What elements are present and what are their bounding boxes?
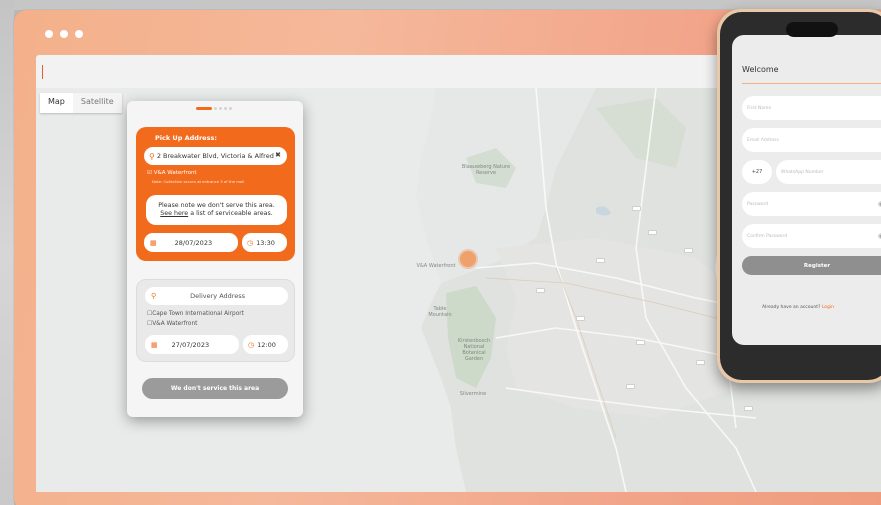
road-shield — [636, 340, 645, 345]
map-type-toggle: Map Satellite — [40, 93, 122, 113]
pickup-date-value: 28/07/2023 — [174, 238, 213, 247]
delivery-section: ⚲ Delivery Address ☐Cape Town Internatio… — [136, 279, 295, 362]
register-button[interactable]: Register — [742, 256, 881, 275]
first-name-placeholder: First Name — [747, 105, 772, 111]
pickup-time-value: 13:30 — [256, 238, 275, 247]
road-shield — [684, 248, 693, 253]
road-shield — [596, 258, 605, 263]
map-label-blaauwberg: Blaauwberg Nature Reserve — [461, 164, 511, 176]
delivery-option-airport[interactable]: ☐Cape Town International Airport — [147, 311, 244, 317]
email-placeholder: Email Address — [747, 137, 779, 143]
delivery-time-field[interactable]: ◷ 12:00 — [243, 335, 288, 354]
calendar-icon: ▦ — [150, 238, 157, 247]
email-field[interactable]: Email Address — [742, 128, 881, 152]
map-label-kirstenbosch: Kirstenbosch National Botanical Garden — [457, 338, 491, 362]
password-field[interactable]: Password ◉ — [742, 192, 881, 216]
road-shield — [632, 206, 641, 211]
delivery-option-label: V&A Waterfront — [152, 321, 198, 327]
login-prompt-text: Already have an account? — [762, 305, 821, 310]
search-icon: ⚲ — [149, 151, 155, 161]
pickup-section: Pick Up Address: ⚲ 2 Breakwater Blvd, Vi… — [136, 127, 295, 261]
clock-icon: ◷ — [248, 340, 255, 349]
country-code-value: +27 — [751, 169, 763, 175]
checkbox-icon: ☑ — [147, 170, 152, 176]
delivery-option-label: Cape Town International Airport — [152, 311, 244, 317]
phone-mockup: Welcome First Name Email Address +27 Wha… — [717, 9, 881, 383]
address-bar[interactable] — [36, 55, 736, 88]
road-shield — [648, 230, 657, 235]
pickup-date-field[interactable]: ▦ 28/07/2023 — [144, 233, 238, 252]
map-label-waterfront: V&A Waterfront — [416, 263, 456, 269]
submit-button[interactable]: We don't service this area — [142, 378, 288, 399]
close-icon[interactable]: ✖ — [275, 151, 281, 159]
password-placeholder: Password — [747, 201, 769, 207]
whatsapp-field[interactable]: WhatsApp Number — [776, 160, 881, 184]
map-type-satellite[interactable]: Satellite — [72, 93, 122, 113]
window-controls — [45, 30, 83, 38]
title-divider — [742, 83, 881, 84]
clock-icon: ◷ — [247, 238, 254, 247]
first-name-field[interactable]: First Name — [742, 96, 881, 120]
text-caret — [42, 65, 43, 79]
phone-notch — [786, 22, 838, 37]
welcome-title: Welcome — [742, 65, 779, 74]
step-dot — [219, 107, 222, 110]
delivery-address-placeholder: Delivery Address — [190, 292, 246, 300]
step-active — [196, 107, 212, 110]
window-dot-maximize[interactable] — [75, 30, 83, 38]
step-dot — [214, 107, 217, 110]
pickup-address-value: 2 Breakwater Blvd, Victoria & Alfred Wat… — [156, 152, 277, 160]
step-dot — [229, 107, 232, 110]
road-shield — [576, 316, 585, 321]
booking-panel: Pick Up Address: ⚲ 2 Breakwater Blvd, Vi… — [127, 101, 303, 417]
step-indicator — [196, 107, 232, 110]
map-label-table-mountain: Table Mountain — [428, 306, 452, 318]
window-dot-minimize[interactable] — [60, 30, 68, 38]
phone-screen: Welcome First Name Email Address +27 Wha… — [732, 35, 881, 345]
serviceable-areas-link[interactable]: See here — [160, 210, 188, 217]
map-pin-icon[interactable] — [460, 251, 476, 267]
road-shield — [744, 406, 753, 411]
pickup-location-label: V&A Waterfront — [153, 170, 197, 176]
warning-line2-wrap: See here a list of serviceable areas. — [146, 210, 287, 218]
delivery-date-field[interactable]: ▦ 27/07/2023 — [145, 335, 239, 354]
delivery-address-input[interactable]: ⚲ Delivery Address — [145, 287, 288, 305]
login-prompt: Already have an account? Login — [762, 305, 834, 310]
screen-left-edge — [0, 0, 14, 505]
map-type-map[interactable]: Map — [40, 93, 73, 113]
search-icon: ⚲ — [151, 292, 157, 300]
road-shield — [626, 384, 635, 389]
login-link[interactable]: Login — [822, 305, 834, 310]
warning-line1: Please note we don't serve this area. — [158, 202, 275, 209]
warning-line2: a list of serviceable areas. — [190, 210, 273, 217]
country-code-select[interactable]: +27 — [742, 160, 772, 184]
window-dot-close[interactable] — [45, 30, 53, 38]
pickup-location-checkbox[interactable]: ☑ V&A Waterfront — [147, 170, 197, 176]
calendar-icon: ▦ — [151, 340, 158, 349]
whatsapp-placeholder: WhatsApp Number — [781, 169, 824, 175]
delivery-date-value: 27/07/2023 — [171, 340, 210, 349]
delivery-option-waterfront[interactable]: ☐V&A Waterfront — [147, 321, 197, 327]
confirm-password-field[interactable]: Confirm Password ◉ — [742, 224, 881, 248]
pickup-address-input[interactable]: ⚲ 2 Breakwater Blvd, Victoria & Alfred W… — [144, 147, 287, 165]
pickup-note: Note: Collection occurs at entrance 3 of… — [152, 179, 245, 184]
road-shield — [696, 360, 705, 365]
service-warning: Please note we don't serve this area. Se… — [146, 195, 287, 225]
confirm-password-placeholder: Confirm Password — [747, 233, 788, 239]
pickup-time-field[interactable]: ◷ 13:30 — [242, 233, 287, 252]
pickup-title: Pick Up Address: — [155, 134, 217, 142]
road-shield — [536, 288, 545, 293]
delivery-time-value: 12:00 — [257, 340, 276, 349]
step-dot — [224, 107, 227, 110]
map-label-silvermine: Silvermine — [459, 391, 487, 397]
